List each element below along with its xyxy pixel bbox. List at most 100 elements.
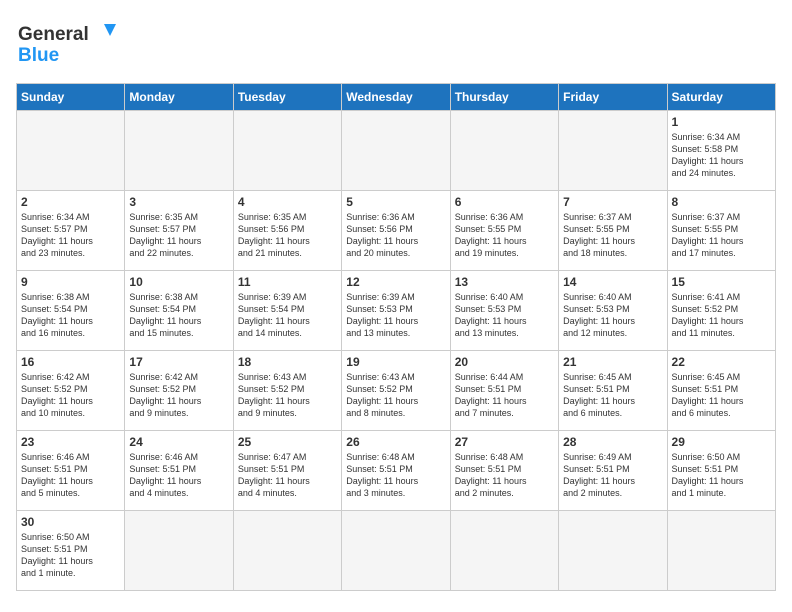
day-number: 9 — [21, 275, 120, 289]
day-info: Sunrise: 6:34 AM Sunset: 5:58 PM Dayligh… — [672, 131, 771, 180]
day-info: Sunrise: 6:35 AM Sunset: 5:57 PM Dayligh… — [129, 211, 228, 260]
day-info: Sunrise: 6:50 AM Sunset: 5:51 PM Dayligh… — [21, 531, 120, 580]
day-number: 12 — [346, 275, 445, 289]
day-info: Sunrise: 6:36 AM Sunset: 5:55 PM Dayligh… — [455, 211, 554, 260]
day-number: 18 — [238, 355, 337, 369]
calendar-cell: 9 Sunrise: 6:38 AM Sunset: 5:54 PM Daylig… — [17, 271, 125, 351]
calendar-cell: 4Sunrise: 6:35 AM Sunset: 5:56 PM Daylig… — [233, 191, 341, 271]
day-number: 4 — [238, 195, 337, 209]
calendar-cell: 12 Sunrise: 6:39 AM Sunset: 5:53 PM Dayli… — [342, 271, 450, 351]
calendar-cell — [559, 111, 667, 191]
calendar-cell — [450, 511, 558, 591]
day-header-thursday: Thursday — [450, 84, 558, 111]
day-number: 20 — [455, 355, 554, 369]
day-number: 3 — [129, 195, 228, 209]
calendar-cell: 6 Sunrise: 6:36 AM Sunset: 5:55 PM Daylig… — [450, 191, 558, 271]
calendar-cell: 14 Sunrise: 6:40 AM Sunset: 5:53 PM Dayli… — [559, 271, 667, 351]
day-number: 24 — [129, 435, 228, 449]
day-info: Sunrise: 6:48 AM Sunset: 5:51 PM Dayligh… — [455, 451, 554, 500]
calendar-cell: 13Sunrise: 6:40 AM Sunset: 5:53 PM Dayli… — [450, 271, 558, 351]
calendar-cell — [125, 511, 233, 591]
day-number: 29 — [672, 435, 771, 449]
calendar-cell — [233, 111, 341, 191]
day-header-friday: Friday — [559, 84, 667, 111]
day-number: 7 — [563, 195, 662, 209]
day-number: 5 — [346, 195, 445, 209]
day-info: Sunrise: 6:46 AM Sunset: 5:51 PM Dayligh… — [21, 451, 120, 500]
day-number: 28 — [563, 435, 662, 449]
calendar-cell — [342, 111, 450, 191]
day-info: Sunrise: 6:45 AM Sunset: 5:51 PM Dayligh… — [563, 371, 662, 420]
day-header-monday: Monday — [125, 84, 233, 111]
day-number: 8 — [672, 195, 771, 209]
calendar-cell — [450, 111, 558, 191]
day-info: Sunrise: 6:38 AM Sunset: 5:54 PM Dayligh… — [21, 291, 120, 340]
day-info: Sunrise: 6:42 AM Sunset: 5:52 PM Dayligh… — [21, 371, 120, 420]
calendar-cell: 19Sunrise: 6:43 AM Sunset: 5:52 PM Dayli… — [342, 351, 450, 431]
day-info: Sunrise: 6:41 AM Sunset: 5:52 PM Dayligh… — [672, 291, 771, 340]
day-info: Sunrise: 6:39 AM Sunset: 5:54 PM Dayligh… — [238, 291, 337, 340]
day-info: Sunrise: 6:40 AM Sunset: 5:53 PM Dayligh… — [563, 291, 662, 340]
day-info: Sunrise: 6:50 AM Sunset: 5:51 PM Dayligh… — [672, 451, 771, 500]
day-number: 14 — [563, 275, 662, 289]
day-number: 10 — [129, 275, 228, 289]
day-number: 11 — [238, 275, 337, 289]
calendar-cell: 15 Sunrise: 6:41 AM Sunset: 5:52 PM Dayli… — [667, 271, 775, 351]
calendar-cell: 7 Sunrise: 6:37 AM Sunset: 5:55 PM Daylig… — [559, 191, 667, 271]
day-number: 15 — [672, 275, 771, 289]
calendar-cell: 18 Sunrise: 6:43 AM Sunset: 5:52 PM Dayli… — [233, 351, 341, 431]
day-header-sunday: Sunday — [17, 84, 125, 111]
calendar-cell: 30 Sunrise: 6:50 AM Sunset: 5:51 PM Dayli… — [17, 511, 125, 591]
calendar-cell: 11 Sunrise: 6:39 AM Sunset: 5:54 PM Dayli… — [233, 271, 341, 351]
svg-text:Blue: Blue — [18, 45, 59, 66]
logo-svg: General Blue — [16, 16, 126, 71]
day-number: 1 — [672, 115, 771, 129]
day-number: 27 — [455, 435, 554, 449]
day-info: Sunrise: 6:45 AM Sunset: 5:51 PM Dayligh… — [672, 371, 771, 420]
calendar-cell: 10 Sunrise: 6:38 AM Sunset: 5:54 PM Dayli… — [125, 271, 233, 351]
day-number: 2 — [21, 195, 120, 209]
calendar-cell: 26 Sunrise: 6:48 AM Sunset: 5:51 PM Dayli… — [342, 431, 450, 511]
calendar-cell: 2Sunrise: 6:34 AM Sunset: 5:57 PM Daylig… — [17, 191, 125, 271]
day-info: Sunrise: 6:36 AM Sunset: 5:56 PM Dayligh… — [346, 211, 445, 260]
header: General Blue — [16, 16, 776, 71]
calendar-table: SundayMondayTuesdayWednesdayThursdayFrid… — [16, 83, 776, 591]
day-info: Sunrise: 6:38 AM Sunset: 5:54 PM Dayligh… — [129, 291, 228, 340]
calendar-cell: 5 Sunrise: 6:36 AM Sunset: 5:56 PM Daylig… — [342, 191, 450, 271]
day-info: Sunrise: 6:47 AM Sunset: 5:51 PM Dayligh… — [238, 451, 337, 500]
day-number: 16 — [21, 355, 120, 369]
calendar-cell — [233, 511, 341, 591]
calendar-cell — [17, 111, 125, 191]
calendar-cell: 21Sunrise: 6:45 AM Sunset: 5:51 PM Dayli… — [559, 351, 667, 431]
day-info: Sunrise: 6:42 AM Sunset: 5:52 PM Dayligh… — [129, 371, 228, 420]
calendar-cell: 1 Sunrise: 6:34 AM Sunset: 5:58 PM Daylig… — [667, 111, 775, 191]
day-header-saturday: Saturday — [667, 84, 775, 111]
calendar-cell: 25Sunrise: 6:47 AM Sunset: 5:51 PM Dayli… — [233, 431, 341, 511]
day-info: Sunrise: 6:43 AM Sunset: 5:52 PM Dayligh… — [238, 371, 337, 420]
day-info: Sunrise: 6:48 AM Sunset: 5:51 PM Dayligh… — [346, 451, 445, 500]
day-number: 17 — [129, 355, 228, 369]
calendar-cell: 28Sunrise: 6:49 AM Sunset: 5:51 PM Dayli… — [559, 431, 667, 511]
calendar-cell: 3 Sunrise: 6:35 AM Sunset: 5:57 PM Daylig… — [125, 191, 233, 271]
svg-text:General: General — [18, 24, 89, 45]
day-info: Sunrise: 6:37 AM Sunset: 5:55 PM Dayligh… — [672, 211, 771, 260]
calendar-cell: 29 Sunrise: 6:50 AM Sunset: 5:51 PM Dayli… — [667, 431, 775, 511]
day-number: 26 — [346, 435, 445, 449]
calendar-cell: 20Sunrise: 6:44 AM Sunset: 5:51 PM Dayli… — [450, 351, 558, 431]
calendar-cell: 16 Sunrise: 6:42 AM Sunset: 5:52 PM Dayli… — [17, 351, 125, 431]
calendar-cell: 22Sunrise: 6:45 AM Sunset: 5:51 PM Dayli… — [667, 351, 775, 431]
calendar-cell: 23 Sunrise: 6:46 AM Sunset: 5:51 PM Dayli… — [17, 431, 125, 511]
day-header-wednesday: Wednesday — [342, 84, 450, 111]
calendar-cell — [559, 511, 667, 591]
day-number: 6 — [455, 195, 554, 209]
calendar-cell: 24Sunrise: 6:46 AM Sunset: 5:51 PM Dayli… — [125, 431, 233, 511]
day-info: Sunrise: 6:37 AM Sunset: 5:55 PM Dayligh… — [563, 211, 662, 260]
day-number: 23 — [21, 435, 120, 449]
calendar-cell: 17 Sunrise: 6:42 AM Sunset: 5:52 PM Dayli… — [125, 351, 233, 431]
calendar-cell: 8 Sunrise: 6:37 AM Sunset: 5:55 PM Daylig… — [667, 191, 775, 271]
day-number: 30 — [21, 515, 120, 529]
day-info: Sunrise: 6:39 AM Sunset: 5:53 PM Dayligh… — [346, 291, 445, 340]
day-info: Sunrise: 6:40 AM Sunset: 5:53 PM Dayligh… — [455, 291, 554, 340]
calendar-cell — [342, 511, 450, 591]
calendar-cell — [125, 111, 233, 191]
